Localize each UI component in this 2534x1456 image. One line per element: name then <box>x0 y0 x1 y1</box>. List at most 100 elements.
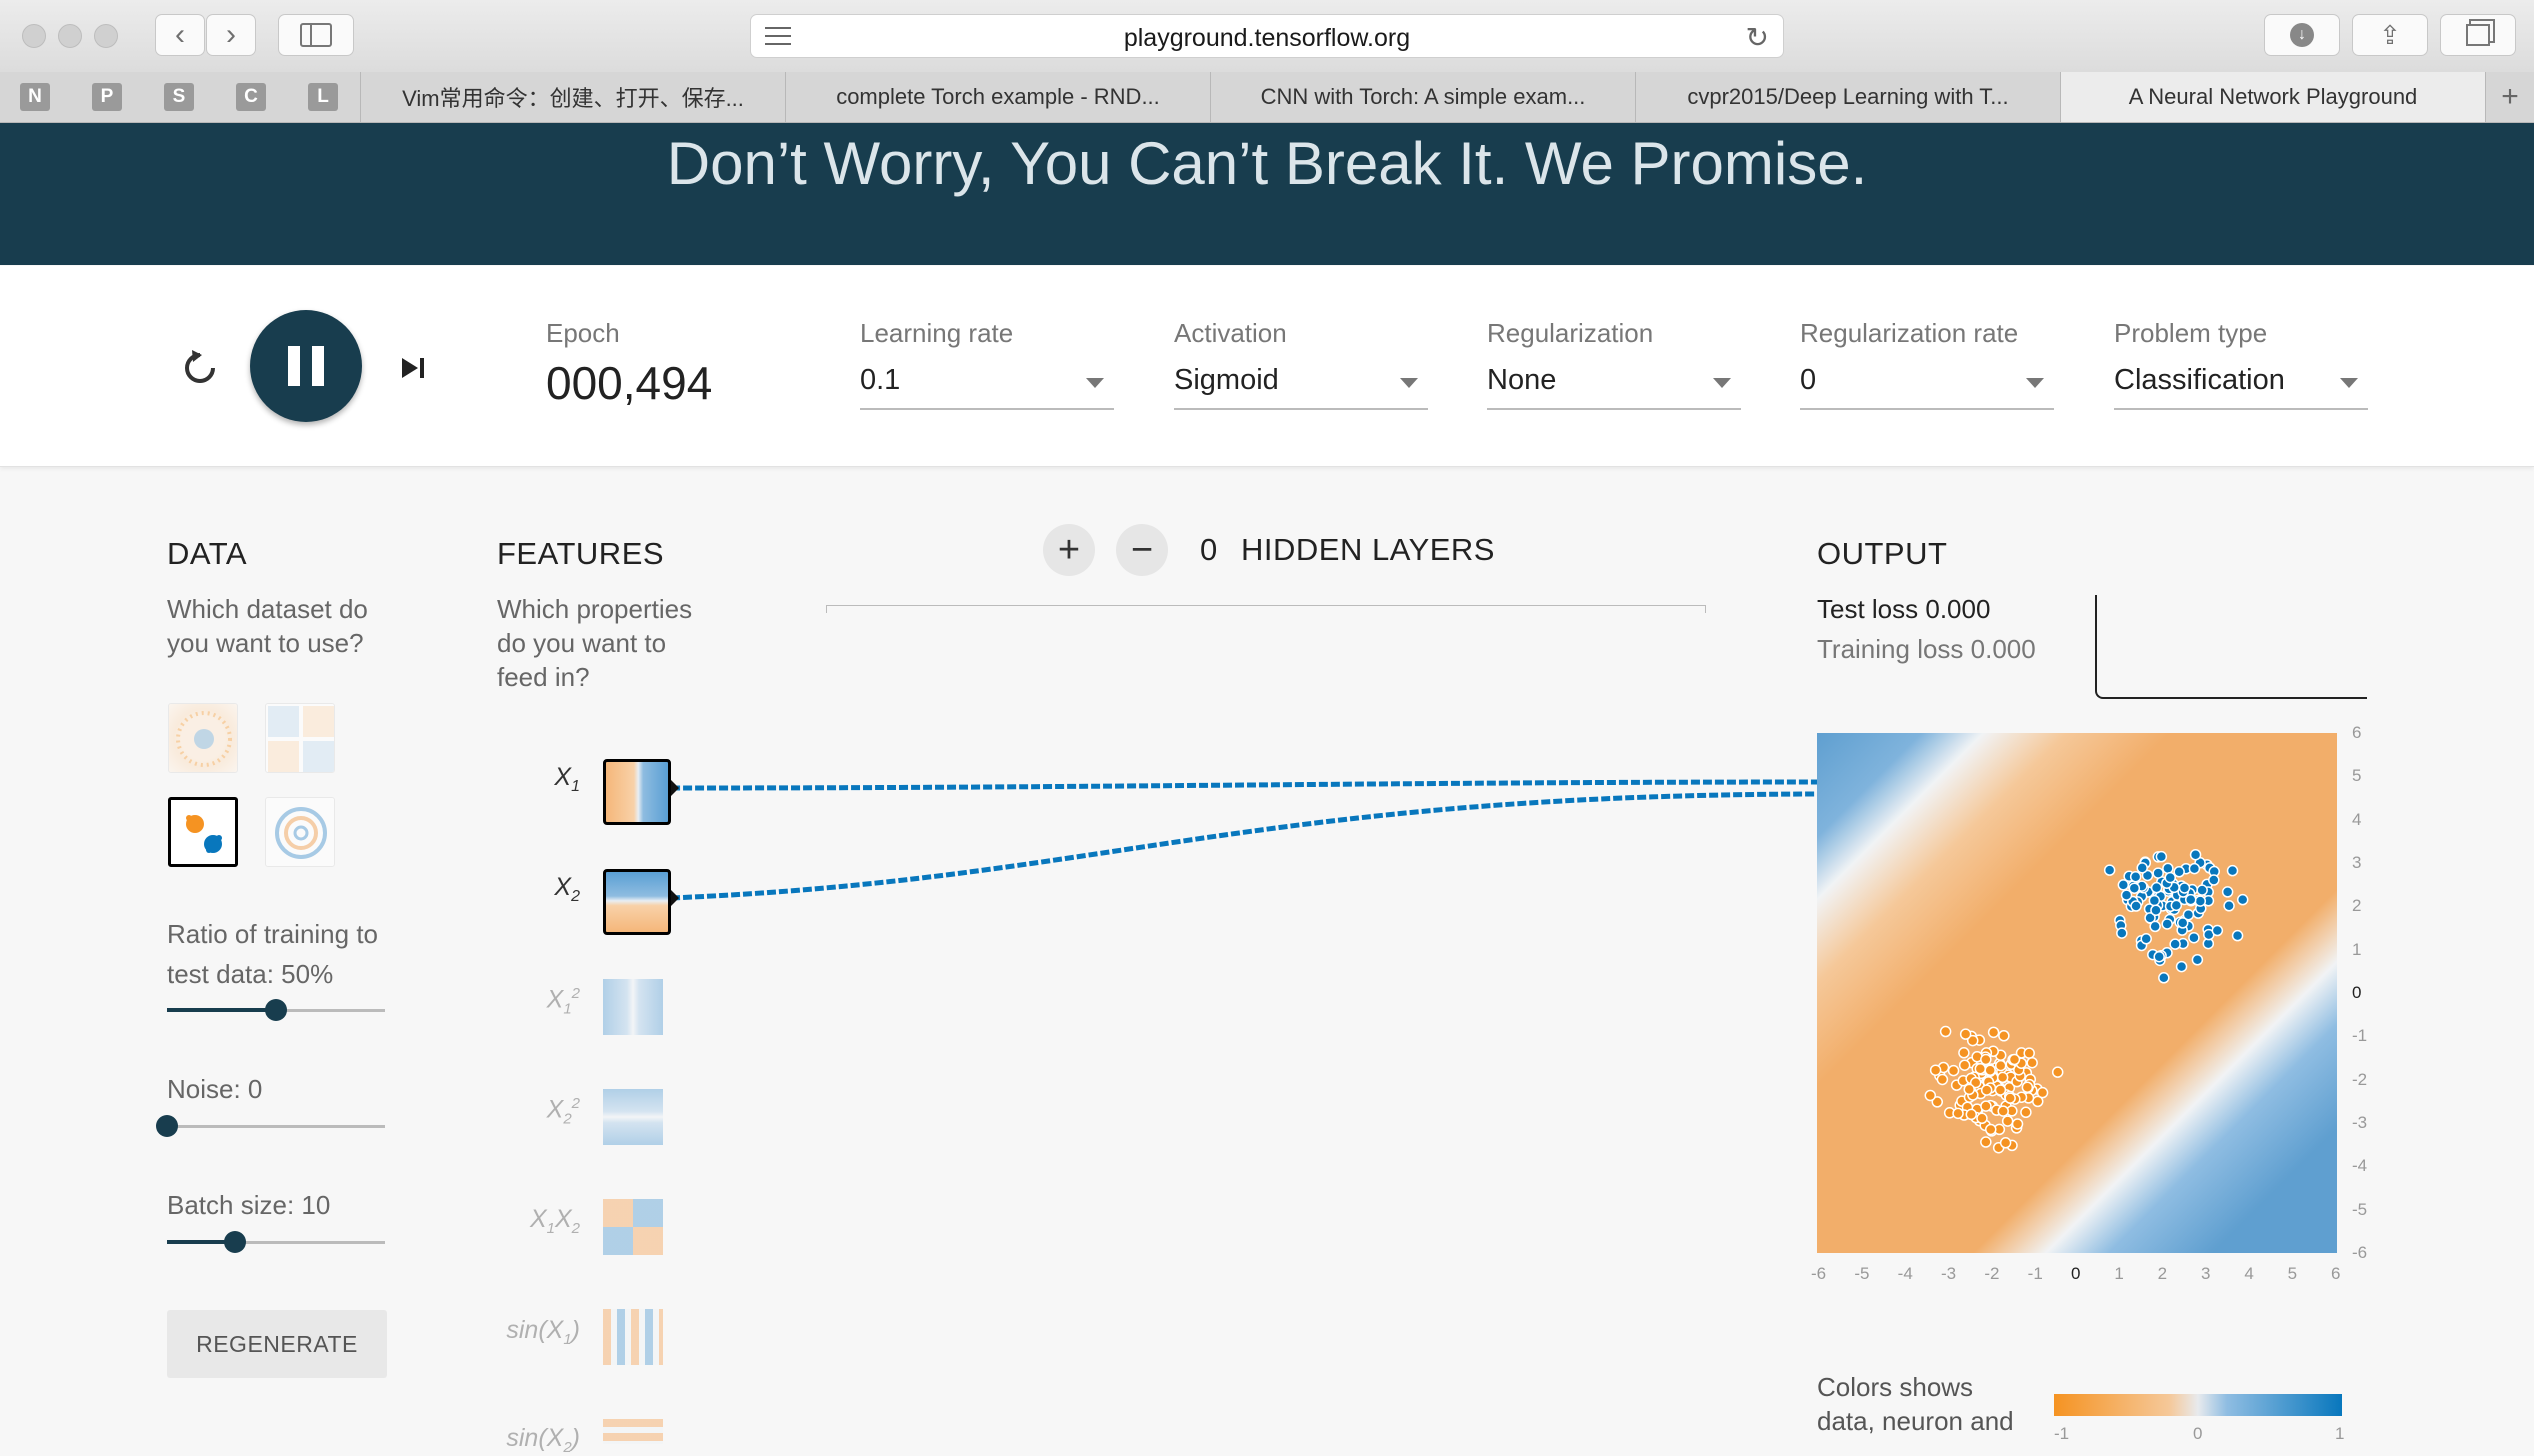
data-point <box>1997 1105 2009 1117</box>
x-tick-label: 4 <box>2244 1264 2254 1283</box>
x-tick-label: -1 <box>2027 1264 2043 1283</box>
data-point <box>1965 1108 1978 1121</box>
color-legend-bar <box>2054 1394 2342 1416</box>
y-tick-label: -3 <box>2352 1113 2368 1132</box>
data-point <box>1980 1084 1993 1096</box>
data-point <box>1924 1089 1937 1102</box>
data-point <box>2175 960 2188 973</box>
y-tick-label: 4 <box>2352 809 2362 829</box>
data-point <box>1939 1025 1952 1038</box>
data-point <box>2116 927 2128 939</box>
y-tick-label: 1 <box>2352 939 2362 959</box>
data-point <box>2129 870 2142 883</box>
y-tick-label: -5 <box>2352 1199 2368 1219</box>
output-heatmap <box>1817 733 2337 1253</box>
x-tick-label: -5 <box>1854 1264 1870 1283</box>
data-point <box>2023 1047 2035 1059</box>
data-point <box>1985 1123 1997 1136</box>
data-points <box>1924 848 2249 1154</box>
x-tick-label: -2 <box>1984 1264 2000 1283</box>
data-point <box>1947 1064 1960 1077</box>
output-title: OUTPUT <box>1817 536 1948 571</box>
data-point <box>1976 1112 1988 1125</box>
data-point <box>1984 1064 1996 1076</box>
data-point <box>2164 871 2176 884</box>
data-point <box>2008 1053 2021 1066</box>
y-tick-label: 3 <box>2352 853 2362 872</box>
data-point <box>2194 895 2207 907</box>
data-point <box>1958 1047 1970 1059</box>
data-point <box>1999 1137 2012 1149</box>
link-x1-output[interactable] <box>670 779 1818 791</box>
data-point <box>1958 1059 1971 1071</box>
data-point <box>2189 848 2202 861</box>
y-tick-label: -2 <box>2352 1069 2368 1089</box>
data-point <box>2103 864 2116 876</box>
data-point <box>1936 1073 1949 1086</box>
data-point <box>2173 866 2185 878</box>
data-point <box>1963 1083 1975 1096</box>
y-tick-label: -1 <box>2352 1026 2368 1046</box>
data-point <box>2231 929 2244 942</box>
training-loss: Training loss 0.000 <box>1817 634 2036 664</box>
data-point <box>1987 1026 2000 1039</box>
data-point <box>2188 862 2201 875</box>
data-point <box>2020 1106 2032 1119</box>
data-point <box>2026 1056 2038 1069</box>
data-point <box>1974 1062 1987 1075</box>
data-point <box>2170 899 2183 912</box>
data-point <box>2150 881 2163 894</box>
data-point <box>2136 862 2148 874</box>
legend-tick-min: -1 <box>2054 1424 2070 1443</box>
data-point <box>2153 950 2165 963</box>
link-x2-output[interactable] <box>670 791 1818 901</box>
y-tick-label: 0 <box>2352 983 2362 1002</box>
data-point <box>2148 894 2161 907</box>
data-point <box>2140 933 2152 945</box>
data-point <box>2221 886 2234 898</box>
y-tick-label: 5 <box>2352 766 2362 786</box>
x-tick-label: 0 <box>2071 1264 2081 1283</box>
data-point <box>2149 920 2161 933</box>
data-point <box>1980 1136 1992 1148</box>
data-point <box>2188 931 2200 944</box>
test-loss: Test loss 0.000 <box>1817 594 1991 624</box>
data-point <box>1998 1030 2010 1042</box>
x-axis: -6 -5 -4 -3 -2 -1 0 1 2 3 4 5 6 <box>1811 1258 2341 1288</box>
data-point <box>2176 917 2189 929</box>
data-point <box>1980 1053 1992 1066</box>
data-point <box>2036 1086 2049 1099</box>
data-point <box>2021 1081 2034 1093</box>
legend-tick-mid: 0 <box>2193 1424 2203 1443</box>
loss-chart <box>2095 595 2367 699</box>
y-tick-label: 6 <box>2352 723 2362 742</box>
data-point <box>2011 1118 2024 1130</box>
data-point <box>2004 1092 2016 1104</box>
data-point <box>2162 862 2174 875</box>
x-tick-label: 1 <box>2114 1264 2124 1283</box>
color-legend-text-2: data, neuron and <box>1817 1406 2014 1436</box>
x-tick-label: 2 <box>2157 1264 2168 1283</box>
y-axis: 6 5 4 3 2 1 0 -1 -2 -3 -4 -5 -6 <box>2340 723 2380 1262</box>
x-tick-label: 6 <box>2331 1264 2341 1283</box>
x-tick-label: 5 <box>2287 1264 2298 1283</box>
data-point <box>2223 900 2235 912</box>
data-point <box>2196 884 2208 896</box>
x-tick-label: -6 <box>1811 1264 1827 1283</box>
data-point <box>2169 938 2181 950</box>
data-point <box>2152 867 2164 879</box>
data-point <box>2130 900 2142 912</box>
data-point <box>2178 882 2191 894</box>
data-point <box>2208 874 2220 886</box>
data-point <box>2191 953 2204 966</box>
y-tick-label: -6 <box>2352 1243 2368 1262</box>
data-point <box>1959 1028 1972 1040</box>
data-point <box>2150 904 2162 917</box>
data-point <box>1952 1107 1964 1120</box>
data-point <box>2226 864 2239 877</box>
data-point <box>2001 1115 2014 1127</box>
data-point <box>1980 1100 1992 1112</box>
data-point <box>2155 850 2168 863</box>
x-tick-label: -4 <box>1897 1264 1913 1283</box>
x-tick-label: -3 <box>1941 1264 1957 1283</box>
